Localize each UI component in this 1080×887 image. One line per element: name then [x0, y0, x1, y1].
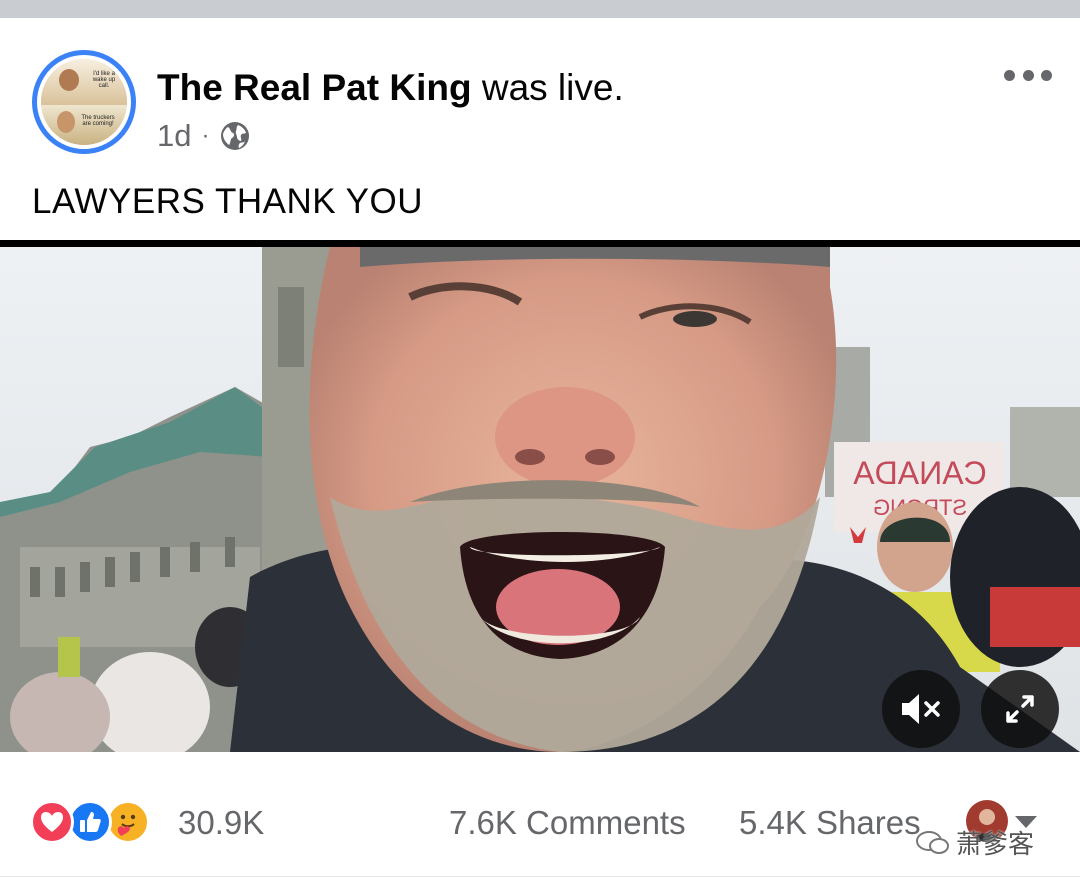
watermark: 萧爹客: [916, 824, 1034, 861]
post-action-text: was live.: [471, 67, 624, 108]
avatar-face-top: [59, 69, 79, 91]
muted-speaker-icon: [902, 694, 940, 724]
avatar-text-top: I'd like a wake up call.: [92, 71, 116, 89]
post-meta: 1d ·: [157, 118, 251, 154]
comments-count[interactable]: 7.6K Comments: [449, 804, 686, 842]
post-header-title: The Real Pat King was live.: [157, 66, 624, 110]
sign-text-1: CANADA: [853, 455, 987, 491]
avatar-text-bottom: The truckers are coming!: [81, 115, 115, 127]
author-name[interactable]: The Real Pat King: [157, 67, 472, 108]
watermark-text: 萧爹客: [956, 829, 1035, 859]
reaction-count[interactable]: 30.9K: [178, 804, 264, 842]
status-bar-strip: [0, 0, 1080, 18]
like-reaction-icon: [68, 800, 112, 844]
expand-icon: [1006, 695, 1034, 723]
author-avatar[interactable]: I'd like a wake up call. The truckers ar…: [32, 50, 136, 154]
divider: [0, 876, 1080, 877]
mute-button[interactable]: [882, 670, 960, 748]
love-reaction-icon: [30, 800, 74, 844]
shares-count[interactable]: 5.4K Shares: [739, 804, 921, 842]
fullscreen-button[interactable]: [981, 670, 1059, 748]
avatar-image: I'd like a wake up call. The truckers ar…: [41, 59, 127, 145]
meta-separator: ·: [201, 122, 210, 149]
globe-icon: [221, 122, 250, 150]
wechat-icon: [916, 830, 949, 854]
post-caption: LAWYERS THANK YOU: [32, 182, 424, 221]
reaction-icons[interactable]: [30, 800, 160, 846]
post-timestamp[interactable]: 1d: [157, 118, 191, 154]
more-options-icon[interactable]: [1004, 62, 1052, 88]
care-reaction-icon: [106, 800, 150, 844]
avatar-face-bottom: [57, 111, 75, 133]
